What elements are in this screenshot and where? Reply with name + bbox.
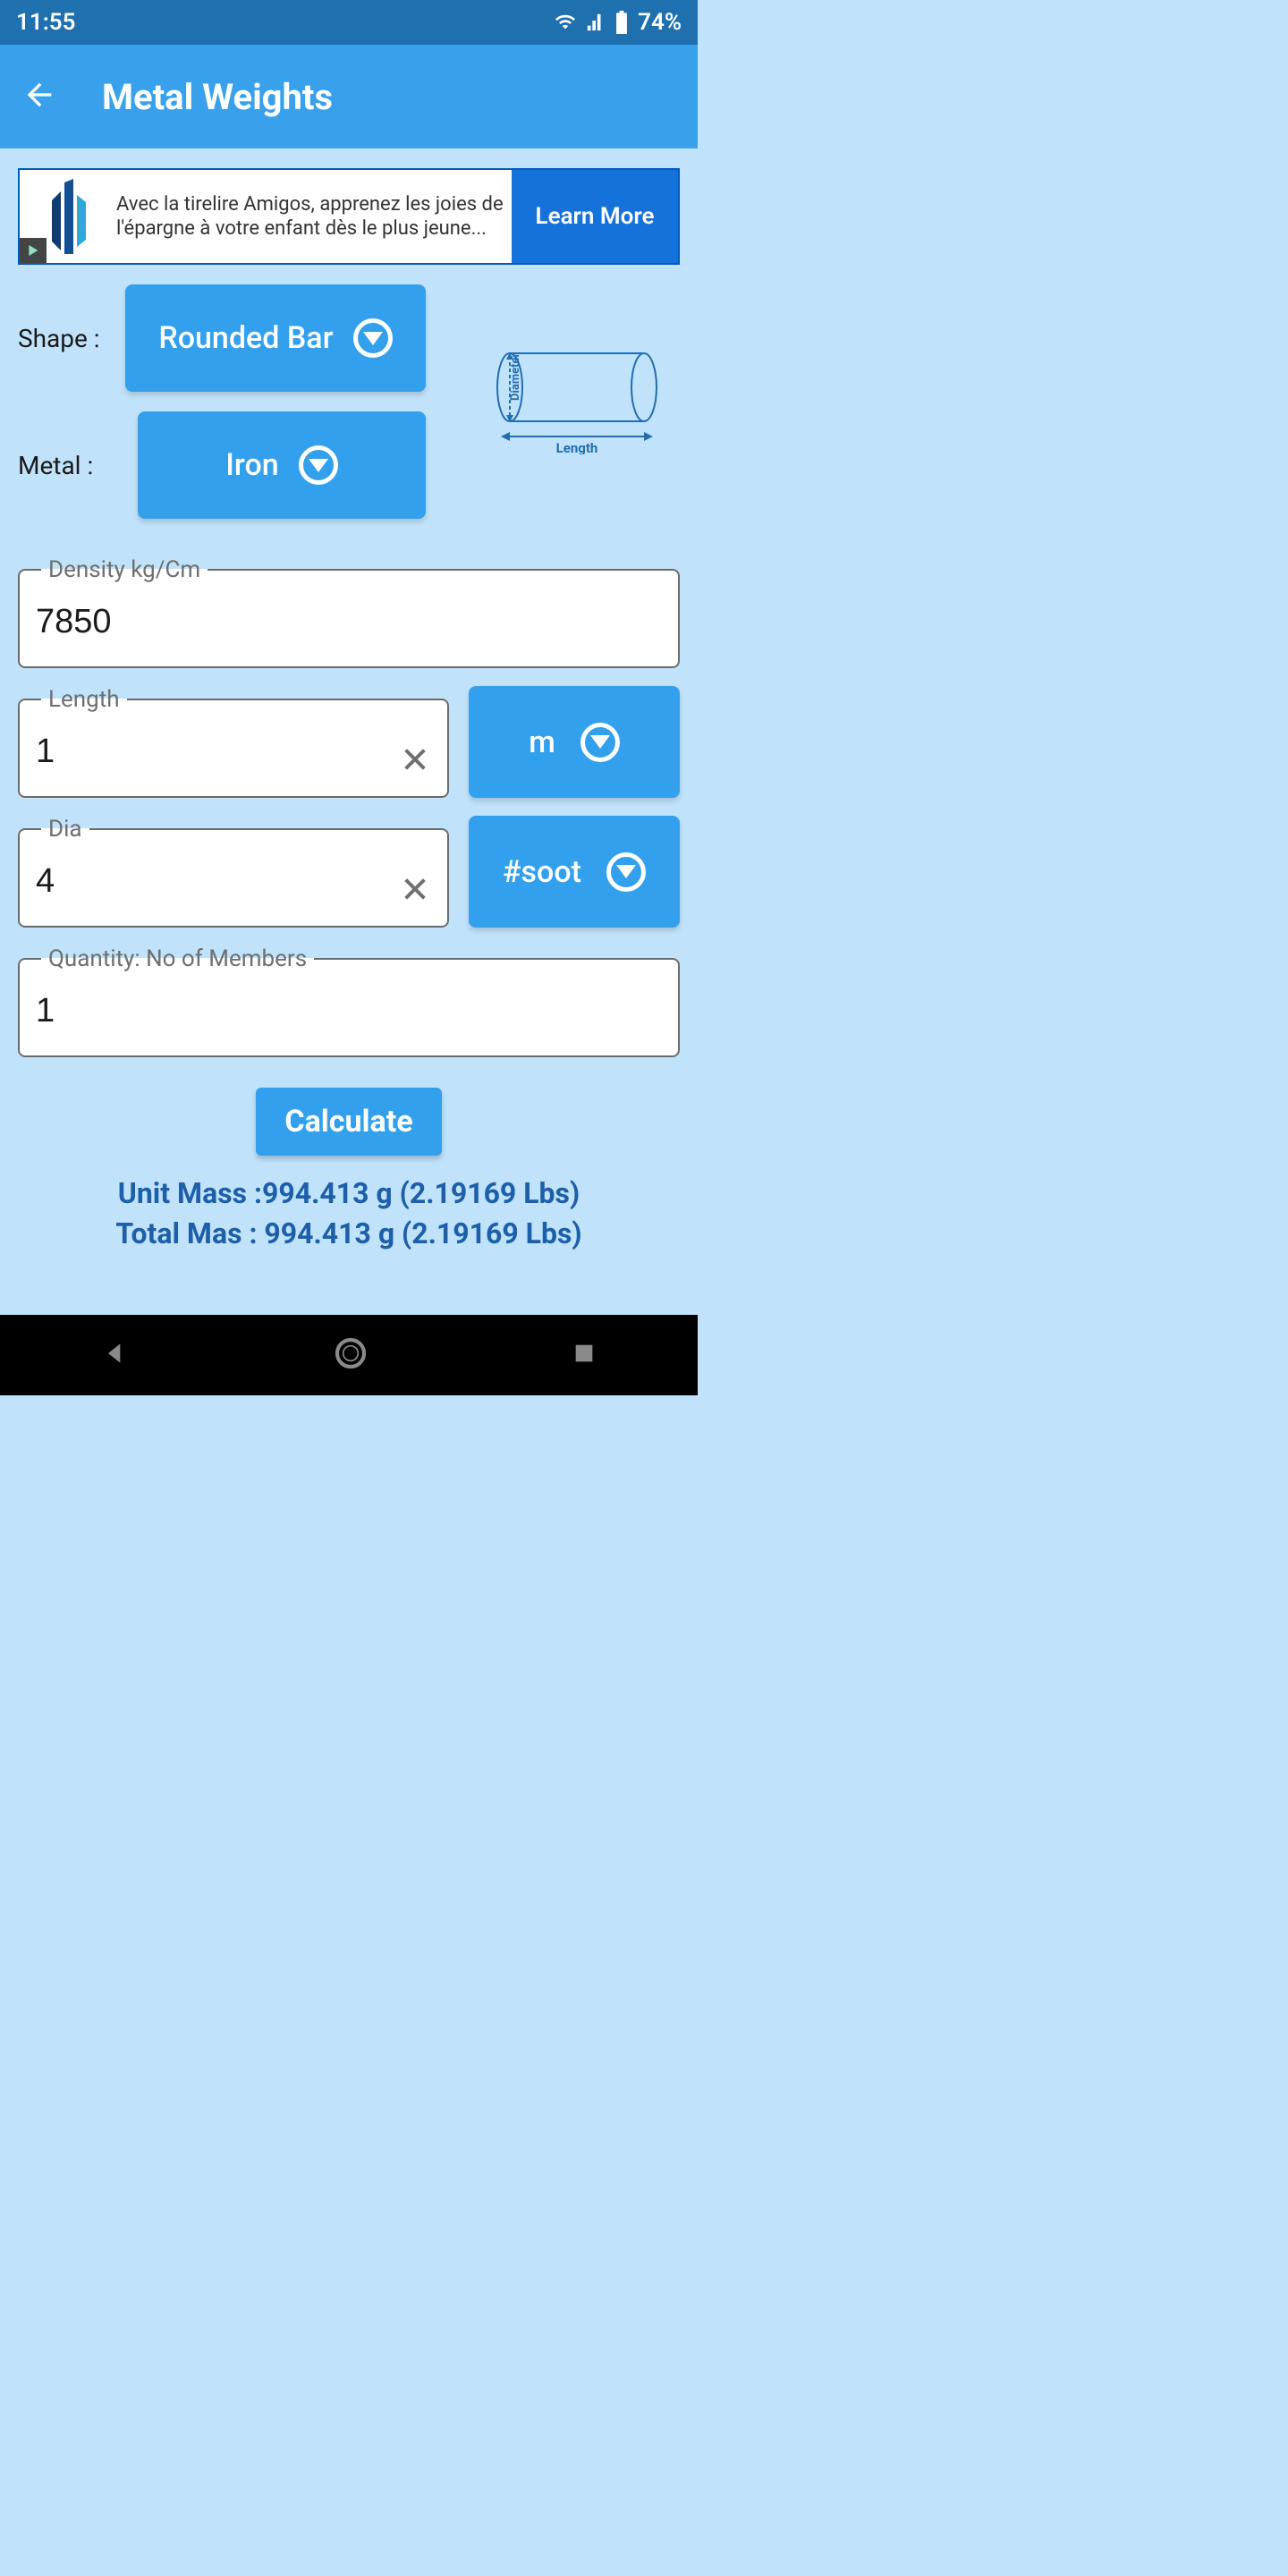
length-row: Length ✕ m — [18, 686, 680, 798]
nav-back-button[interactable] — [101, 1339, 130, 1371]
length-unit-value: m — [529, 724, 555, 760]
battery-percent: 74% — [638, 9, 682, 36]
calculate-button[interactable]: Calculate — [256, 1088, 441, 1156]
dia-field[interactable]: Dia ✕ — [18, 816, 449, 928]
metal-dropdown[interactable]: Iron — [138, 411, 426, 519]
shape-dropdown[interactable]: Rounded Bar — [125, 284, 426, 392]
ad-banner[interactable]: Avec la tirelire Amigos, apprenez les jo… — [18, 168, 680, 265]
status-right: 74% — [554, 9, 682, 36]
ad-logo-icon — [41, 179, 95, 254]
triangle-left-icon — [101, 1339, 130, 1368]
chevron-down-icon — [353, 318, 393, 358]
chevron-down-icon — [580, 723, 620, 762]
length-input[interactable] — [36, 733, 385, 771]
close-icon: ✕ — [400, 740, 430, 782]
circle-icon — [333, 1335, 369, 1371]
calculate-wrap: Calculate — [18, 1088, 680, 1156]
nav-home-button[interactable] — [333, 1335, 369, 1375]
chevron-down-icon — [606, 852, 646, 892]
ad-text: Avec la tirelire Amigos, apprenez les jo… — [116, 170, 512, 263]
density-input[interactable] — [36, 603, 662, 641]
length-label: Length — [41, 686, 127, 713]
unit-mass-result: Unit Mass :994.413 g (2.19169 Lbs) — [18, 1174, 680, 1214]
content: Avec la tirelire Amigos, apprenez les jo… — [0, 148, 698, 1315]
play-icon — [26, 243, 40, 258]
quantity-row: Quantity: No of Members — [18, 945, 680, 1057]
status-bar: 11:55 74% — [0, 0, 698, 45]
length-unit-dropdown[interactable]: m — [469, 686, 680, 798]
battery-icon — [614, 11, 629, 34]
svg-text:Length: Length — [556, 440, 598, 454]
dia-row: Dia ✕ #soot — [18, 816, 680, 928]
shape-label: Shape : — [18, 324, 125, 353]
arrow-left-icon — [21, 77, 57, 113]
ad-cta-button[interactable]: Learn More — [512, 170, 678, 263]
clear-dia-button[interactable]: ✕ — [395, 870, 435, 910]
shape-value: Rounded Bar — [158, 320, 333, 356]
metal-label: Metal : — [18, 451, 125, 480]
metal-value: Iron — [225, 447, 278, 483]
close-icon: ✕ — [400, 869, 430, 911]
quantity-input[interactable] — [36, 992, 662, 1030]
dia-unit-value: #soot — [503, 854, 581, 890]
shape-diagram: Diameter Length — [492, 347, 671, 454]
app-title: Metal Weights — [102, 76, 333, 118]
quantity-label: Quantity: No of Members — [41, 945, 314, 972]
app-bar: Metal Weights — [0, 45, 698, 148]
dia-label: Dia — [41, 816, 89, 843]
back-button[interactable] — [21, 77, 57, 116]
nav-recent-button[interactable] — [572, 1341, 597, 1369]
signal-icon — [586, 13, 606, 32]
quantity-field[interactable]: Quantity: No of Members — [18, 945, 680, 1057]
wifi-icon — [554, 13, 577, 32]
dia-unit-dropdown[interactable]: #soot — [469, 816, 680, 928]
density-row: Density kg/Cm — [18, 556, 680, 668]
picker-area: Shape : Rounded Bar Metal : Iron Diamete… — [18, 284, 680, 538]
clear-length-button[interactable]: ✕ — [395, 741, 435, 780]
status-time: 11:55 — [16, 9, 76, 36]
length-field[interactable]: Length ✕ — [18, 686, 449, 798]
square-icon — [572, 1341, 597, 1366]
dia-input[interactable] — [36, 862, 385, 901]
chevron-down-icon — [299, 445, 338, 485]
nav-bar — [0, 1315, 698, 1395]
ad-badge — [20, 238, 47, 263]
density-field[interactable]: Density kg/Cm — [18, 556, 680, 668]
total-mass-result: Total Mas : 994.413 g (2.19169 Lbs) — [18, 1214, 680, 1254]
svg-text:Diameter: Diameter — [509, 352, 522, 401]
results: Unit Mass :994.413 g (2.19169 Lbs) Total… — [18, 1174, 680, 1254]
density-label: Density kg/Cm — [41, 556, 208, 583]
